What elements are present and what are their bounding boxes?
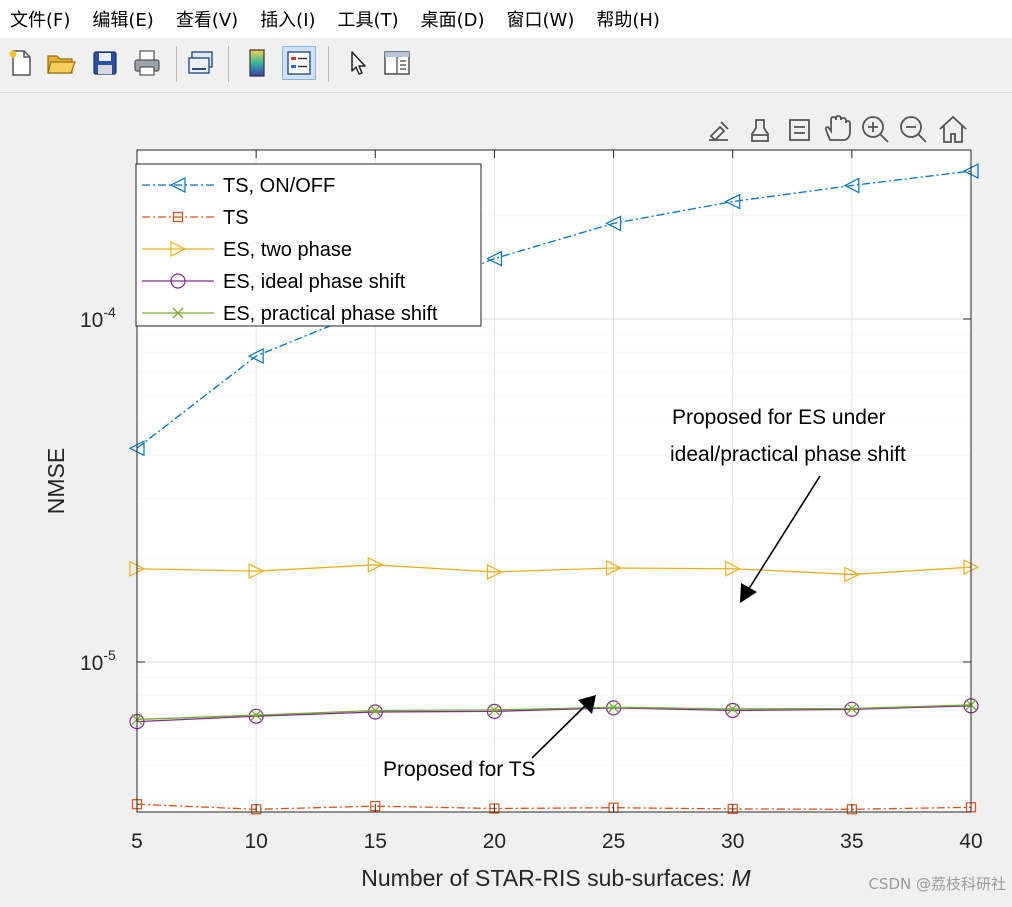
zoom-in-glyph: [868, 122, 889, 143]
brush-export-button[interactable]: [709, 121, 729, 142]
toolbar-separator: [328, 46, 329, 82]
open-button[interactable]: [44, 46, 78, 80]
menu-window[interactable]: 窗口(W): [507, 6, 575, 32]
legend-label: ES, ideal phase shift: [223, 271, 406, 293]
home-button[interactable]: [939, 115, 967, 143]
link-plot-button[interactable]: [184, 46, 218, 80]
menu-file[interactable]: 文件(F): [10, 6, 70, 32]
pan-icon: [824, 115, 851, 141]
watermark: CSDN @荔枝科研社: [868, 875, 1006, 893]
property-editor-icon: [384, 51, 410, 75]
x-axis-label-text: Number of STAR-RIS sub-surfaces:: [361, 865, 731, 891]
x-tick-label: 40: [959, 830, 982, 853]
brush-export-icon: [709, 121, 729, 142]
figure-toolbar: [0, 38, 1012, 93]
x-tick-label: 30: [721, 830, 744, 853]
home-icon: [939, 115, 967, 143]
link-plot-icon: [188, 51, 213, 74]
legend-label: ES, practical phase shift: [223, 303, 438, 325]
new-file-button[interactable]: [4, 46, 38, 80]
menu-desktop[interactable]: 桌面(D): [421, 6, 485, 32]
menu-bar: 文件(F) 编辑(E) 查看(V) 插入(I) 工具(T) 桌面(D) 窗口(W…: [0, 0, 1012, 38]
x-tick-label: 15: [364, 830, 387, 853]
legend-label: TS: [223, 207, 249, 229]
x-tick-label: 35: [840, 830, 863, 853]
ts-annotation: Proposed for TS: [383, 758, 536, 781]
legend: TS, ON/OFF TS ES, two phase ES, ideal phase…: [135, 163, 482, 327]
menu-help[interactable]: 帮助(H): [596, 6, 660, 32]
zoom-out-button[interactable]: [900, 116, 927, 143]
menu-edit[interactable]: 编辑(E): [92, 6, 153, 32]
axes-toolbar: [709, 115, 967, 143]
y-tick-label: 10-4: [80, 304, 116, 332]
plot-canvas: Proposed for ES under ideal/practical ph…: [43, 115, 983, 891]
legend-label: TS, ON/OFF: [223, 175, 335, 197]
pan-button[interactable]: [824, 115, 851, 141]
toolbar-separator: [228, 46, 229, 82]
legend-label: ES, two phase: [223, 239, 352, 261]
menu-view[interactable]: 查看(V): [176, 6, 238, 32]
data-brush-icon: [751, 119, 769, 142]
y-axis-label: NMSE: [43, 448, 69, 514]
data-brush-button[interactable]: [751, 119, 769, 142]
datatip-button[interactable]: [789, 119, 810, 141]
figure-area: Proposed for ES under ideal/practical ph…: [0, 93, 1012, 902]
legend-icon: [287, 51, 311, 75]
save-button[interactable]: [88, 46, 122, 80]
toolbar-separator: [176, 46, 177, 82]
pointer-button[interactable]: [340, 46, 374, 80]
property-editor-button[interactable]: [380, 46, 414, 80]
print-icon: [134, 50, 160, 76]
colorbar-button[interactable]: [240, 46, 274, 80]
legend-button[interactable]: [282, 46, 316, 80]
y-tick-label: 10-5: [80, 647, 116, 675]
menu-tools[interactable]: 工具(T): [338, 6, 399, 32]
es-annotation-line2: ideal/practical phase shift: [670, 443, 906, 466]
x-axis-label: Number of STAR-RIS sub-surfaces: M: [361, 865, 751, 891]
x-tick-label: 10: [244, 830, 267, 853]
x-tick-label: 5: [131, 830, 143, 853]
open-folder-icon: [47, 55, 76, 74]
x-tick-label: 25: [602, 830, 625, 853]
zoom-in-button[interactable]: [862, 116, 889, 143]
save-icon: [93, 51, 117, 75]
pointer-icon: [351, 51, 366, 75]
es-annotation-line1: Proposed for ES under: [672, 406, 886, 429]
zoom-out-glyph: [906, 126, 927, 143]
x-tick-label: 20: [483, 830, 506, 853]
print-button[interactable]: [130, 46, 164, 80]
menu-insert[interactable]: 插入(I): [260, 6, 315, 32]
new-file-icon: [9, 50, 31, 76]
colorbar-icon: [249, 49, 265, 77]
x-axis-label-variable: M: [732, 865, 752, 891]
datatip-icon: [789, 119, 810, 141]
